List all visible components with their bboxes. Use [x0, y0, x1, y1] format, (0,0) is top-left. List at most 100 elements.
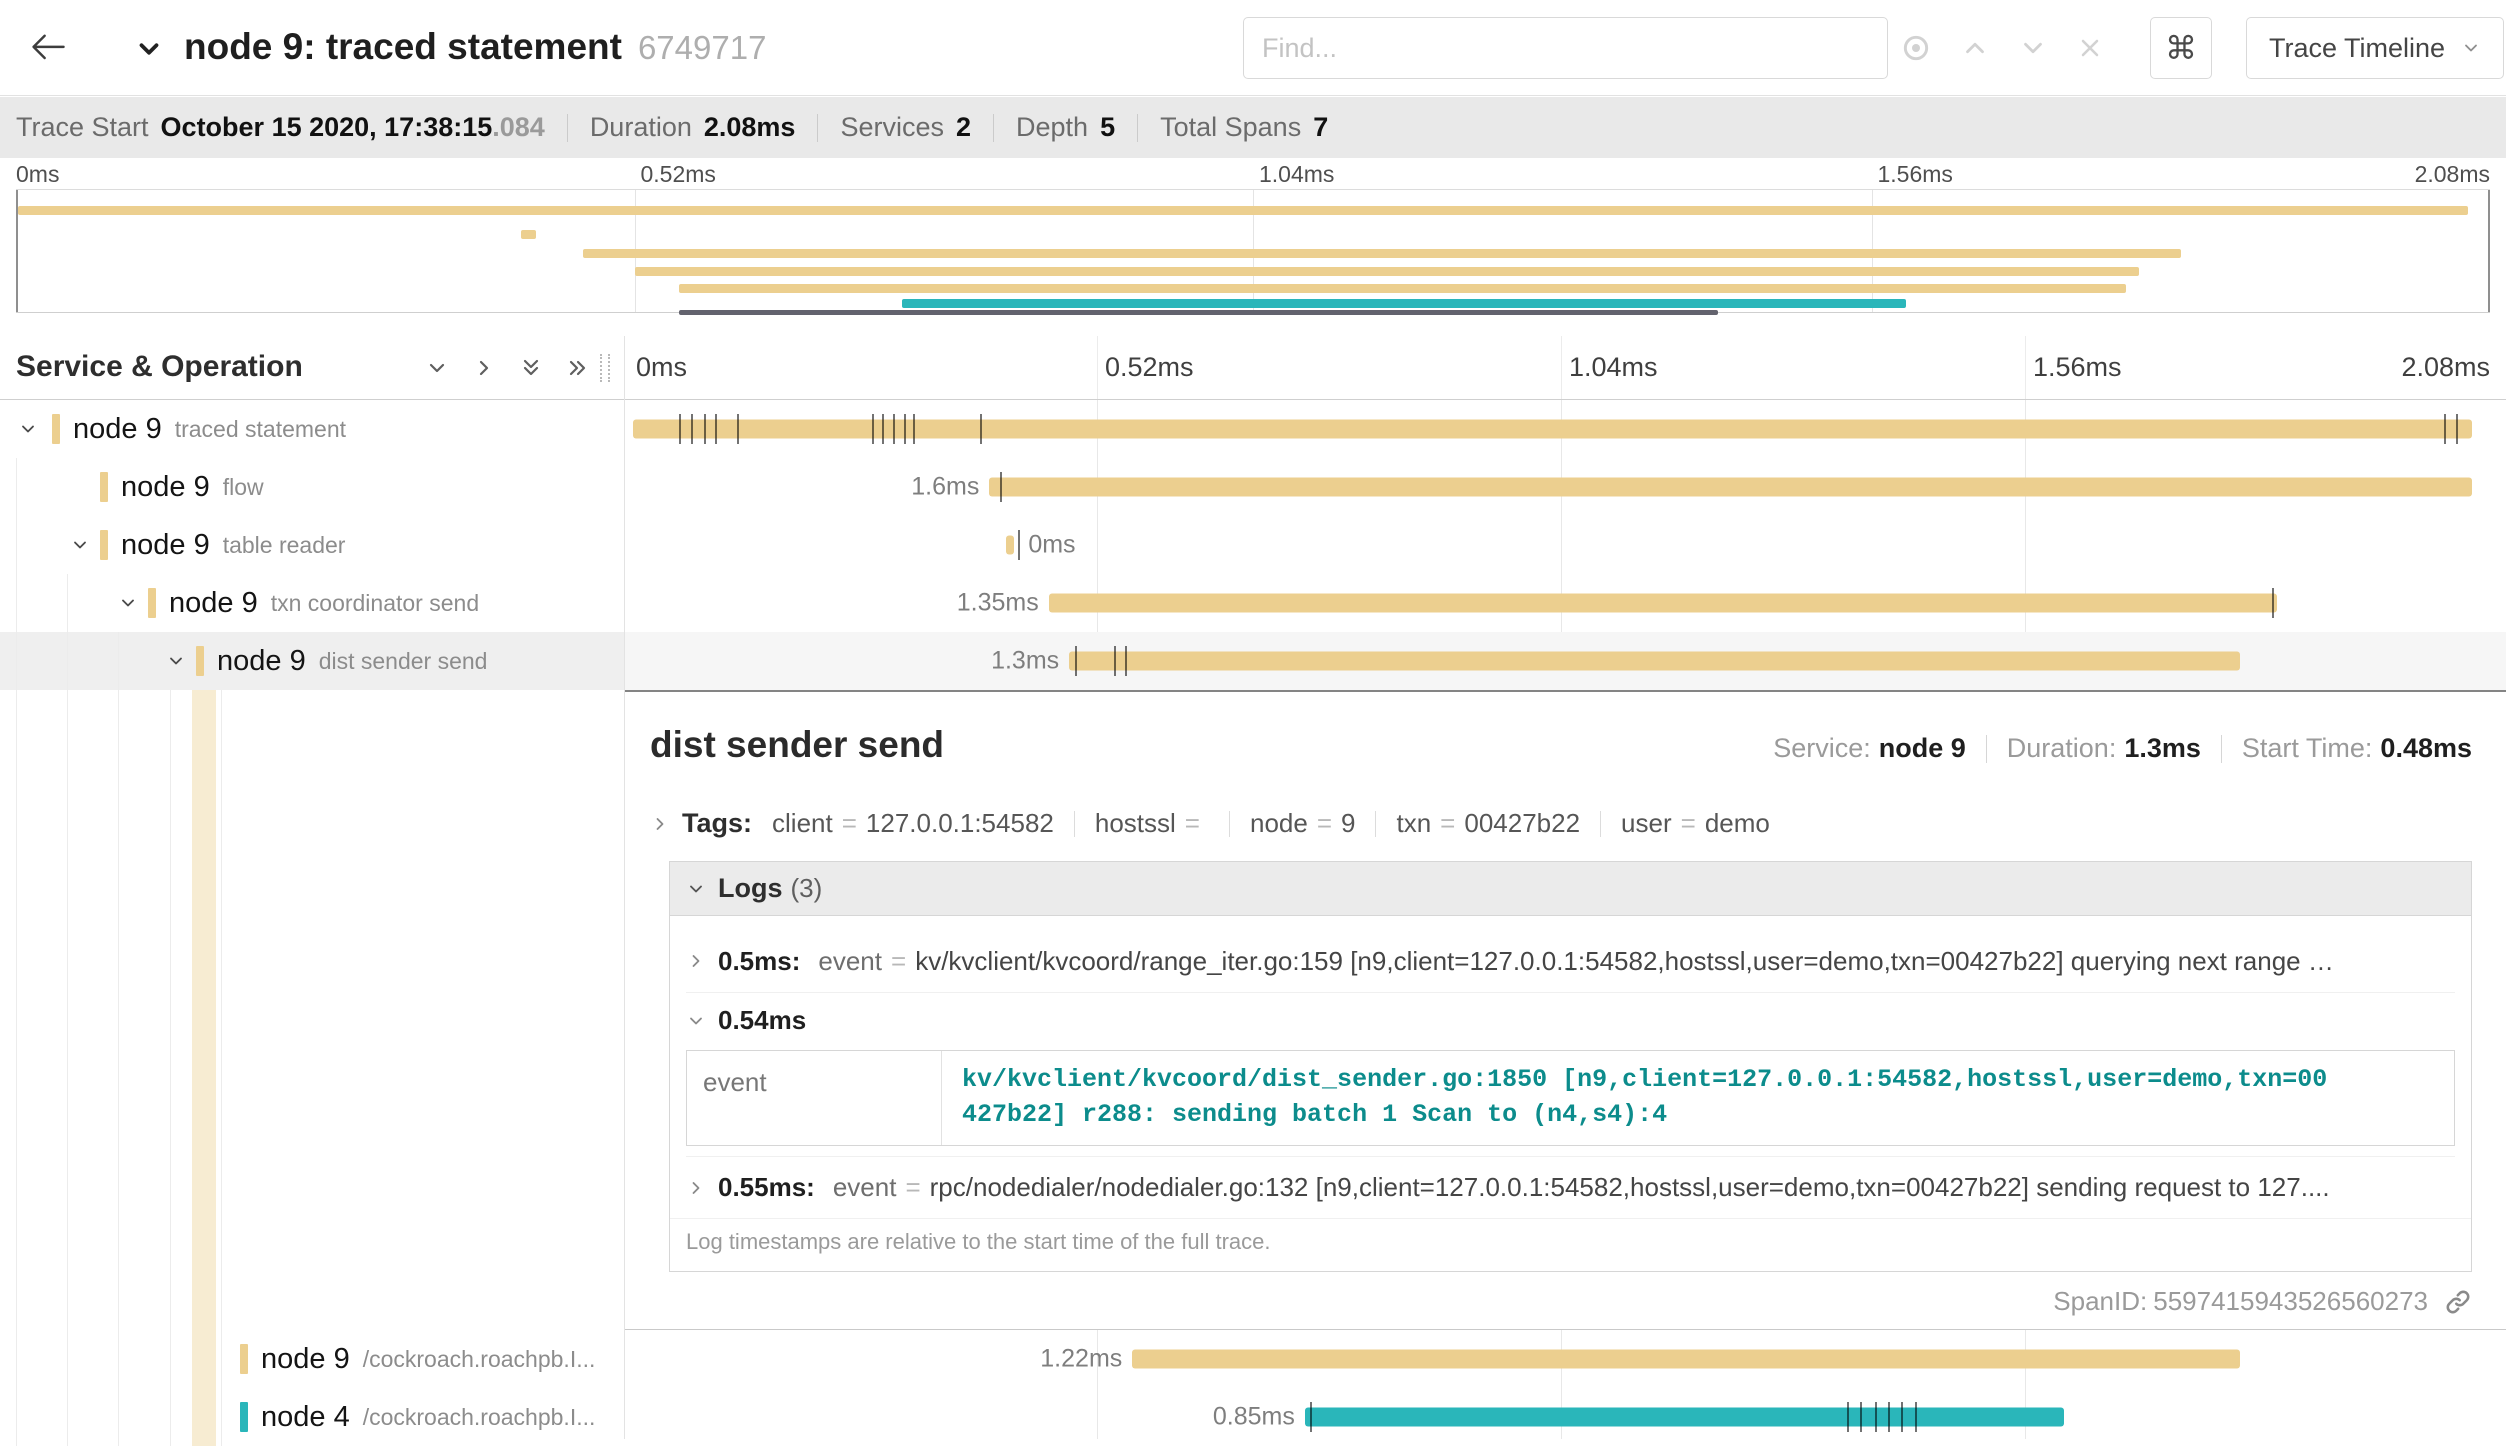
collapse-all-icon[interactable]	[519, 356, 543, 380]
tags-label: Tags:	[682, 808, 752, 839]
span-detail-row: dist sender send Service:node 9 Duration…	[0, 690, 2506, 1330]
tag-txn: txn=00427b22	[1396, 808, 1580, 839]
operation-name: /cockroach.roachpb.I...	[363, 1404, 596, 1431]
service-name: node 9	[121, 529, 210, 562]
total-spans-value: 7	[1313, 112, 1328, 143]
logs-accordion-header[interactable]: Logs (3)	[670, 862, 2471, 916]
log-entry-expanded-header[interactable]: 0.54ms	[686, 992, 2455, 1048]
span-row[interactable]: node 9 /cockroach.roachpb.I... 1.22ms	[0, 1330, 2506, 1388]
span-name-cell[interactable]: node 9 txn coordinator send	[0, 574, 624, 632]
span-timeline-cell[interactable]: 0.85ms	[633, 1388, 2489, 1446]
find-scope-icon[interactable]	[1900, 32, 1932, 64]
view-type-label: Trace Timeline	[2269, 33, 2445, 64]
log-marker-tick	[1310, 1402, 1312, 1432]
expand-all-icon[interactable]	[566, 356, 590, 380]
service-color-chip	[52, 414, 60, 444]
chevron-down-icon[interactable]	[18, 419, 38, 439]
span-id-value: 5597415943526560273	[2153, 1286, 2428, 1317]
span-timeline-cell[interactable]	[633, 400, 2489, 458]
span-name-cell[interactable]: node 9 traced statement	[0, 400, 624, 458]
chevron-right-icon	[686, 951, 706, 971]
span-row[interactable]: node 9 table reader 0ms	[0, 516, 2506, 574]
link-icon[interactable]	[2444, 1288, 2472, 1316]
find-prev-icon[interactable]	[1960, 33, 1990, 63]
minimap-span-bar	[583, 249, 2181, 258]
span-bar[interactable]	[989, 478, 2472, 497]
chevron-down-icon[interactable]	[166, 651, 186, 671]
log-marker-tick	[715, 414, 717, 444]
span-row[interactable]: node 4 /cockroach.roachpb.I... 0.85ms	[0, 1388, 2506, 1446]
span-name-cell[interactable]: node 9 flow	[0, 458, 624, 516]
service-label: Service:	[1773, 733, 1871, 764]
span-timeline-cell[interactable]: 1.35ms	[633, 574, 2489, 632]
log-marker-tick	[2456, 414, 2458, 444]
span-row[interactable]: node 9 traced statement	[0, 400, 2506, 458]
span-name-cell[interactable]: node 9 /cockroach.roachpb.I...	[0, 1330, 624, 1388]
view-type-dropdown[interactable]: Trace Timeline	[2246, 17, 2504, 79]
log-entry[interactable]: 0.55ms: event = rpc/nodedialer/nodediale…	[686, 1156, 2455, 1218]
logs-count: (3)	[791, 873, 823, 904]
service-operation-header: Service & Operation	[0, 336, 624, 400]
collapse-one-icon[interactable]	[425, 356, 449, 380]
chevron-down-icon[interactable]	[118, 593, 138, 613]
span-bar[interactable]	[1006, 536, 1014, 555]
span-rows: dist sender send Service:node 9 Duration…	[0, 400, 2506, 1439]
chevron-down-icon	[134, 34, 164, 64]
log-marker-tick	[1847, 1402, 1849, 1432]
span-bar[interactable]	[1069, 652, 2240, 671]
span-duration-label: 1.6ms	[911, 473, 979, 502]
minimap-span-bar	[679, 284, 2126, 293]
span-duration-label: 0ms	[1028, 531, 1075, 560]
span-bar[interactable]	[1132, 1350, 2240, 1369]
log-marker-tick	[2444, 414, 2446, 444]
span-duration-label: 1.3ms	[991, 647, 1059, 676]
log-marker-tick	[913, 414, 915, 444]
minimap-scrubber-right[interactable]	[2488, 190, 2490, 312]
log-marker-tick	[980, 414, 982, 444]
find-input[interactable]	[1243, 17, 1888, 79]
span-row[interactable]: node 9 txn coordinator send 1.35ms	[0, 574, 2506, 632]
expand-one-icon[interactable]	[472, 356, 496, 380]
span-row[interactable]: node 9 flow 1.6ms	[0, 458, 2506, 516]
logs-accordion: Logs (3) 0.5ms: event = kv/kvclient/kvco…	[669, 861, 2472, 1272]
span-timeline-cell[interactable]: 1.6ms	[633, 458, 2489, 516]
chevron-down-icon	[686, 1011, 706, 1031]
service-color-chip	[240, 1344, 248, 1374]
column-divider[interactable]	[624, 336, 625, 1439]
log-entry[interactable]: 0.5ms: event = kv/kvclient/kvcoord/range…	[686, 930, 2455, 992]
chevron-down-icon	[686, 879, 706, 899]
total-spans-label: Total Spans	[1160, 112, 1301, 143]
span-timeline-cell[interactable]: 0ms	[633, 516, 2489, 574]
span-bar[interactable]	[1049, 594, 2278, 613]
find-clear-icon[interactable]	[2076, 34, 2104, 62]
span-name-cell[interactable]: node 9 dist sender send	[0, 632, 624, 690]
selected-span-indent-band	[192, 690, 216, 1330]
chevron-down-icon[interactable]	[70, 535, 90, 555]
service-value: node 9	[1879, 733, 1966, 764]
app-root: { "colors": { "span_yellow": "#ECCF8F", …	[0, 0, 2506, 1439]
log-kv-value[interactable]: kv/kvclient/kvcoord/dist_sender.go:1850 …	[942, 1051, 2454, 1145]
span-bar[interactable]	[1305, 1408, 2064, 1427]
tags-accordion-header[interactable]: Tags: client=127.0.0.1:54582 hostssl= no…	[650, 808, 2472, 839]
keyboard-shortcuts-button[interactable]: ⌘	[2150, 17, 2212, 79]
span-name-cell[interactable]: node 9 table reader	[0, 516, 624, 574]
log-marker-tick	[704, 414, 706, 444]
minimap-canvas[interactable]	[16, 189, 2490, 313]
trace-title-collapser[interactable]	[134, 34, 164, 64]
duration-label: Duration	[590, 112, 692, 143]
span-name-cell[interactable]: node 4 /cockroach.roachpb.I...	[0, 1388, 624, 1446]
log-marker-tick	[1018, 530, 1020, 560]
column-resize-handle[interactable]	[600, 354, 610, 382]
span-bar[interactable]	[633, 420, 2472, 439]
duration-value: 2.08ms	[704, 112, 796, 143]
duration-value: 1.3ms	[2124, 733, 2201, 764]
back-button[interactable]	[28, 28, 68, 68]
span-row[interactable]: node 9 dist sender send 1.3ms	[0, 632, 2506, 690]
find-next-icon[interactable]	[2018, 33, 2048, 63]
minimap-span-bar	[635, 267, 2139, 276]
span-timeline-cell[interactable]: 1.22ms	[633, 1330, 2489, 1388]
span-timeline-cell[interactable]: 1.3ms	[633, 632, 2489, 690]
find-nav	[1900, 0, 2104, 96]
trace-start-label: Trace Start	[16, 112, 149, 143]
operation-name: traced statement	[175, 416, 346, 443]
